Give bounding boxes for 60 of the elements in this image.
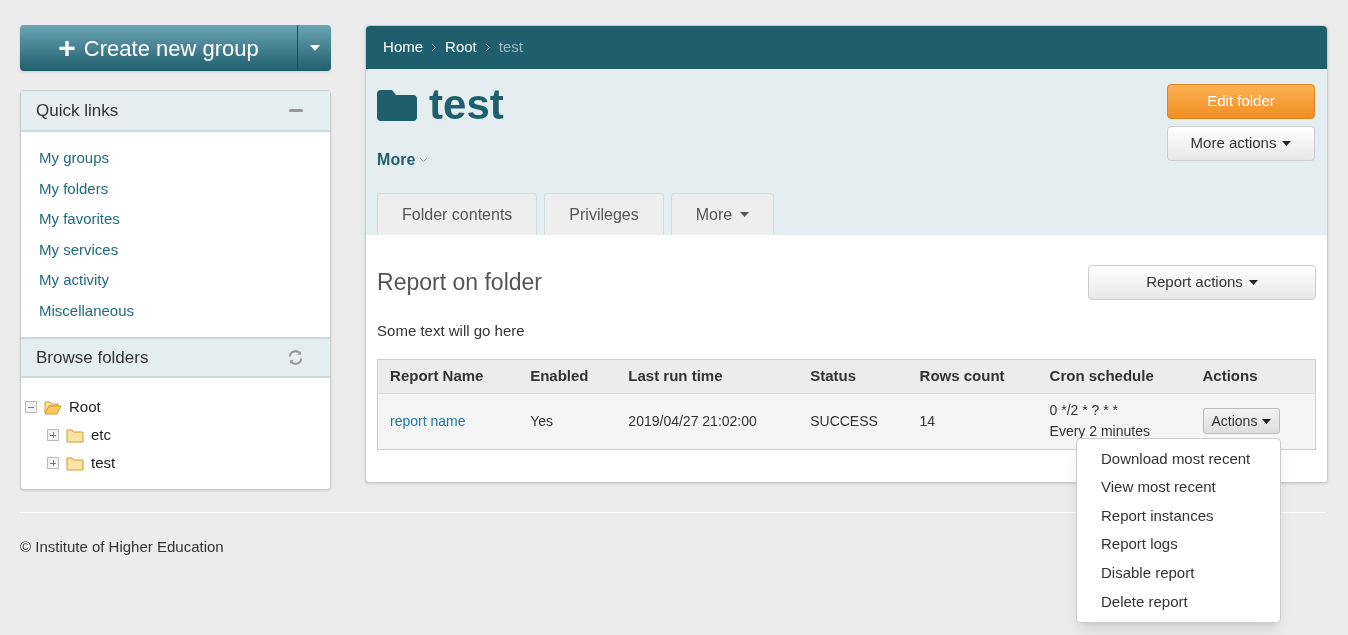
folder-icon <box>377 89 418 121</box>
table-cell: Yes <box>518 393 617 449</box>
folder-icon <box>66 427 84 443</box>
sidebar-link[interactable]: My groups <box>39 147 110 170</box>
cron-expression: 0 */2 * ? * * <box>1049 401 1120 420</box>
expand-toggle[interactable] <box>47 429 59 441</box>
panel-title: Quick links <box>36 99 119 122</box>
menu-item[interactable]: Disable report <box>1077 558 1280 588</box>
collapse-icon[interactable] <box>289 109 304 112</box>
report-link[interactable]: report name <box>390 412 466 429</box>
sidebar-link[interactable]: My activity <box>39 269 109 292</box>
folder-icon <box>44 399 62 415</box>
caret-icon <box>1248 280 1258 285</box>
expand-toggle[interactable] <box>47 457 59 469</box>
column-header: Enabled <box>518 359 617 393</box>
sidebar-link[interactable]: My favorites <box>39 208 120 231</box>
folder-title: test <box>429 84 504 126</box>
folder-icon <box>66 455 84 471</box>
caret-icon <box>309 45 320 51</box>
column-header: Cron schedule <box>1037 359 1191 393</box>
panel-title: Browse folders <box>36 346 149 369</box>
actions-button[interactable]: Actions <box>1202 408 1281 434</box>
collapse-toggle[interactable] <box>25 401 37 413</box>
breadcrumb-link[interactable]: Home <box>383 36 424 59</box>
breadcrumb-link[interactable]: Root <box>445 36 477 59</box>
menu-item[interactable]: Delete report <box>1077 587 1280 617</box>
tab[interactable]: Folder contents <box>377 193 538 235</box>
menu-item[interactable]: Report instances <box>1077 501 1280 531</box>
chevron-icon <box>419 157 429 163</box>
column-header: Last run time <box>616 359 799 393</box>
column-header: Rows count <box>907 359 1038 393</box>
tree-item[interactable]: Root <box>69 395 101 419</box>
section-title: Report on folder <box>377 268 542 298</box>
tab[interactable]: More <box>670 193 775 235</box>
description-text: Some text will go here <box>377 321 526 341</box>
refresh-icon[interactable] <box>288 350 304 365</box>
column-header: Status <box>798 359 908 393</box>
chevron-icon <box>484 43 491 52</box>
cron-description: Every 2 minutes <box>1049 422 1151 441</box>
tab[interactable]: Privileges <box>544 193 664 235</box>
table-cell: SUCCESS <box>798 393 908 449</box>
footer-text: © Institute of Higher Education <box>20 537 224 557</box>
report-actions-button[interactable]: Report actions <box>1088 265 1316 300</box>
caret-icon <box>1262 418 1272 424</box>
menu-item[interactable]: View most recent <box>1077 473 1280 502</box>
column-header: Report Name <box>377 359 519 393</box>
sidebar-link[interactable]: My services <box>39 238 119 261</box>
more-actions-button[interactable]: More actions <box>1167 126 1315 161</box>
sidebar-link[interactable]: Miscellaneous <box>39 299 135 322</box>
sidebar-link[interactable]: My folders <box>39 177 109 200</box>
caret-icon <box>1282 141 1292 146</box>
column-header: Actions <box>1190 359 1316 393</box>
menu-item[interactable]: Download most recent <box>1077 444 1280 474</box>
table-cell: 14 <box>907 393 1038 449</box>
tree-item[interactable]: test <box>91 451 116 475</box>
tree-item[interactable]: etc <box>91 423 111 447</box>
chevron-icon <box>431 43 438 52</box>
table-cell: 2019/04/27 21:02:00 <box>616 393 799 449</box>
more-link[interactable]: More <box>377 148 504 172</box>
menu-item[interactable]: Report logs <box>1077 530 1280 559</box>
